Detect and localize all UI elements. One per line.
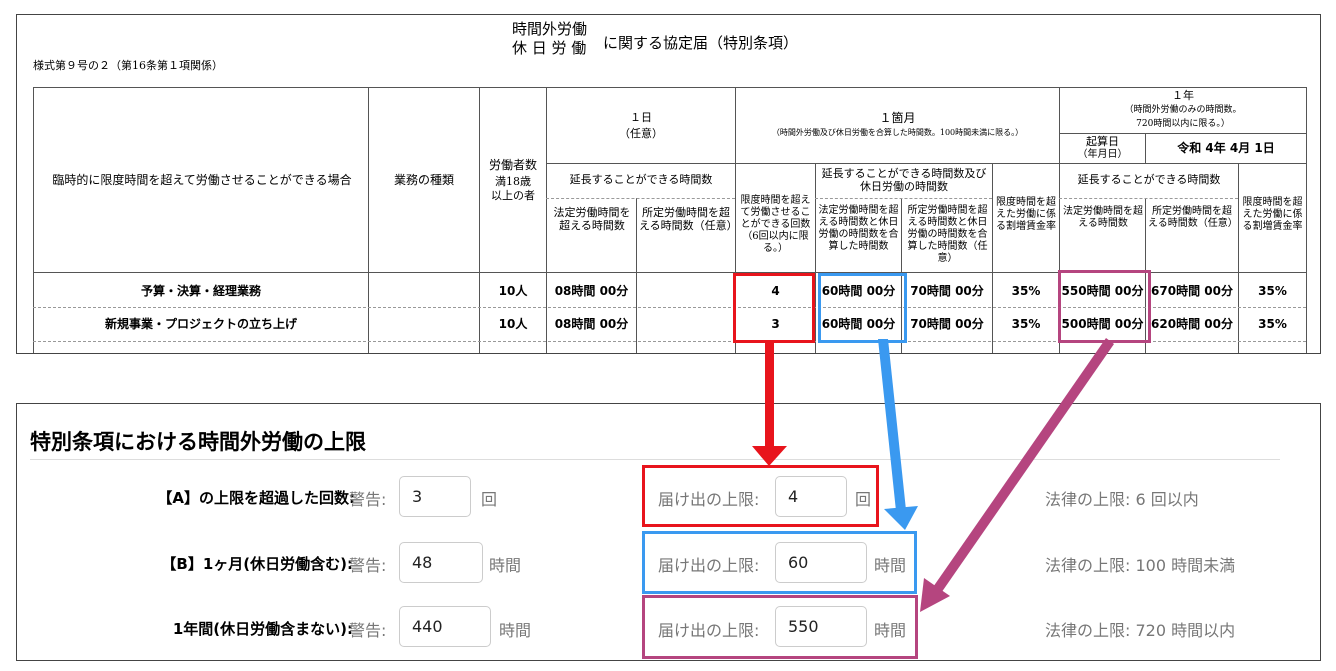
purple-arrow-icon (920, 338, 1114, 612)
blue-arrow-icon (878, 339, 918, 530)
mapping-arrows (752, 338, 1114, 612)
red-arrow-icon (752, 340, 787, 466)
